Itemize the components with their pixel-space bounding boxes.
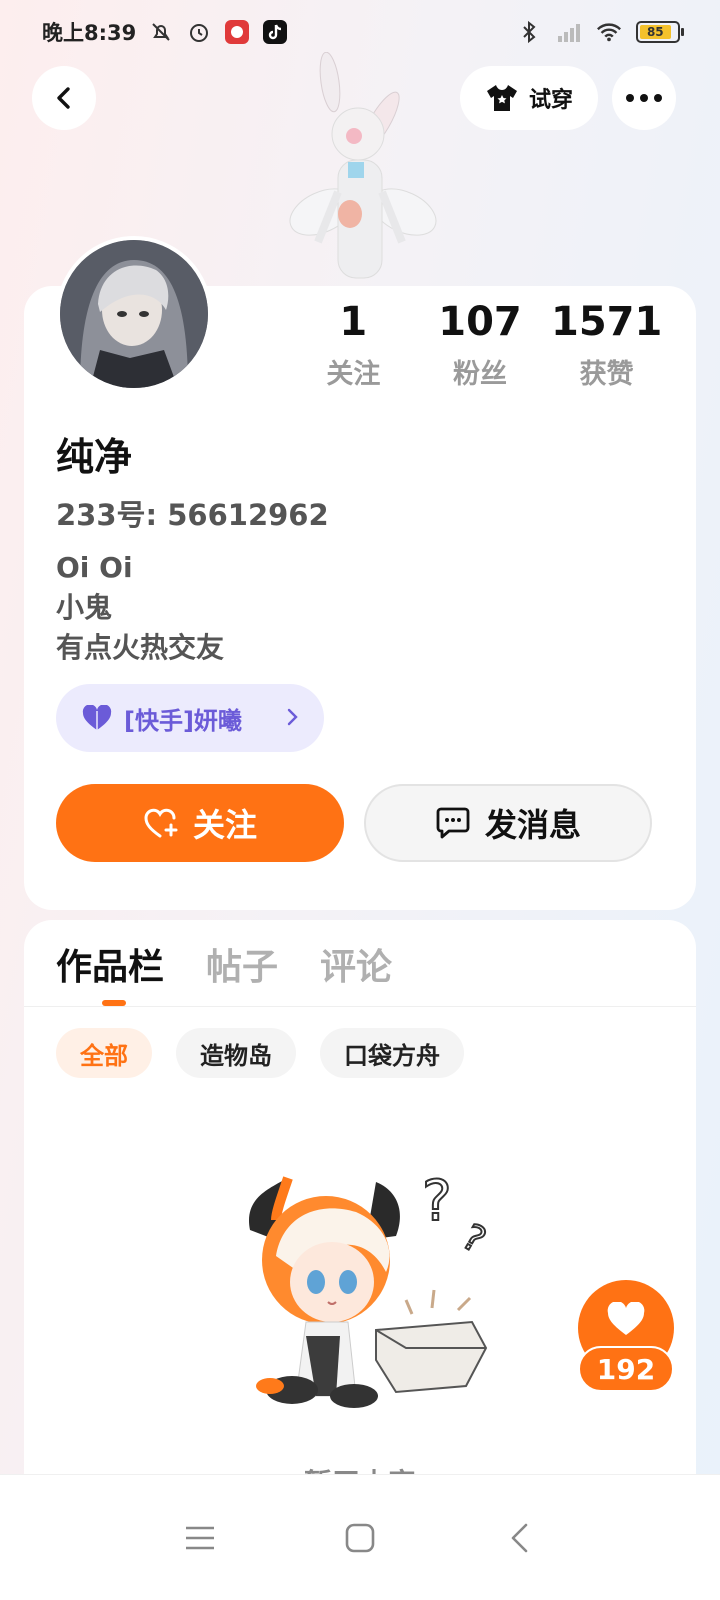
more-button[interactable]: [612, 66, 676, 130]
svg-text:?: ?: [422, 1169, 452, 1234]
stat-label: 粉丝: [453, 359, 507, 390]
chevron-right-icon: [286, 704, 298, 732]
back-button[interactable]: [32, 66, 96, 130]
svg-text:?: ?: [455, 1217, 492, 1262]
more-dots-icon: [626, 94, 662, 102]
filter-pocket-ark[interactable]: 口袋方舟: [320, 1028, 464, 1078]
avatar[interactable]: [56, 236, 212, 392]
stat-label: 获赞: [579, 359, 634, 390]
mute-icon: [148, 19, 174, 45]
stat-label: 关注: [326, 359, 381, 390]
status-time: 晚上8:39: [42, 21, 137, 45]
bio-line: 小鬼: [56, 591, 113, 624]
filter-all[interactable]: 全部: [56, 1028, 152, 1078]
bio-line: 有点火热交友: [56, 631, 225, 664]
try-on-button[interactable]: 试穿: [460, 66, 598, 130]
stat-value: 1: [339, 299, 368, 345]
tiktok-icon: [262, 19, 288, 45]
message-label: 发消息: [484, 806, 581, 844]
like-float-button[interactable]: 192: [578, 1280, 674, 1392]
battery-icon: 85: [636, 21, 684, 43]
message-button[interactable]: 发消息: [364, 784, 652, 862]
profile-name: 纯净: [56, 435, 133, 479]
alarm-icon: [186, 19, 212, 45]
try-on-label: 试穿: [528, 88, 573, 113]
back-triangle-icon: [511, 1523, 528, 1552]
chat-bubble-icon: [436, 807, 470, 839]
heart-plus-icon: [144, 808, 178, 838]
stat-value: 107: [438, 299, 522, 345]
tshirt-icon: [486, 85, 517, 111]
follow-label: 关注: [192, 806, 257, 844]
profile-stats: 1 关注 107 粉丝 1571 获赞: [290, 298, 670, 391]
empty-state-illustration: ? ?: [236, 1160, 506, 1420]
signal-icon: [556, 19, 582, 45]
profile-uid: 233号: 56612962: [56, 498, 329, 532]
tab-works[interactable]: 作品栏: [56, 938, 164, 990]
app-notification-icon: [224, 19, 250, 45]
heart-icon: [607, 1302, 645, 1335]
follow-button[interactable]: 关注: [56, 784, 344, 862]
content-tabs: 作品栏 帖子 评论: [56, 938, 392, 990]
filter-creation-island[interactable]: 造物岛: [176, 1028, 296, 1078]
like-count: 192: [578, 1346, 674, 1392]
stat-value: 1571: [551, 299, 663, 345]
stat-followers[interactable]: 107 粉丝: [417, 298, 544, 391]
tab-posts[interactable]: 帖子: [206, 938, 278, 990]
menu-icon: [186, 1526, 214, 1549]
profile-bio: Oi Oi 小鬼 有点火热交友: [56, 548, 224, 668]
filter-chips: 全部 造物岛 口袋方舟: [56, 1028, 464, 1078]
stat-likes[interactable]: 1571 获赞: [543, 298, 670, 391]
bluetooth-icon: [516, 19, 542, 45]
square-icon: [345, 1523, 375, 1552]
heart-icon: [82, 705, 112, 730]
divider: [24, 1006, 696, 1007]
chevron-left-icon: [57, 87, 70, 109]
bio-line: Oi Oi: [56, 551, 133, 584]
system-nav-bar: [0, 1474, 720, 1600]
wifi-icon: [596, 19, 622, 45]
stat-following[interactable]: 1 关注: [290, 298, 417, 391]
back-nav-button[interactable]: [490, 1508, 550, 1568]
menu-button[interactable]: [170, 1508, 230, 1568]
battery-level: 85: [640, 25, 671, 39]
tab-comments[interactable]: 评论: [320, 938, 392, 990]
home-button[interactable]: [330, 1508, 390, 1568]
fan-badge-label: [快手]妍曦: [124, 706, 242, 735]
avatar-3d-figure[interactable]: [282, 51, 442, 288]
fan-badge[interactable]: [快手]妍曦: [56, 684, 324, 752]
